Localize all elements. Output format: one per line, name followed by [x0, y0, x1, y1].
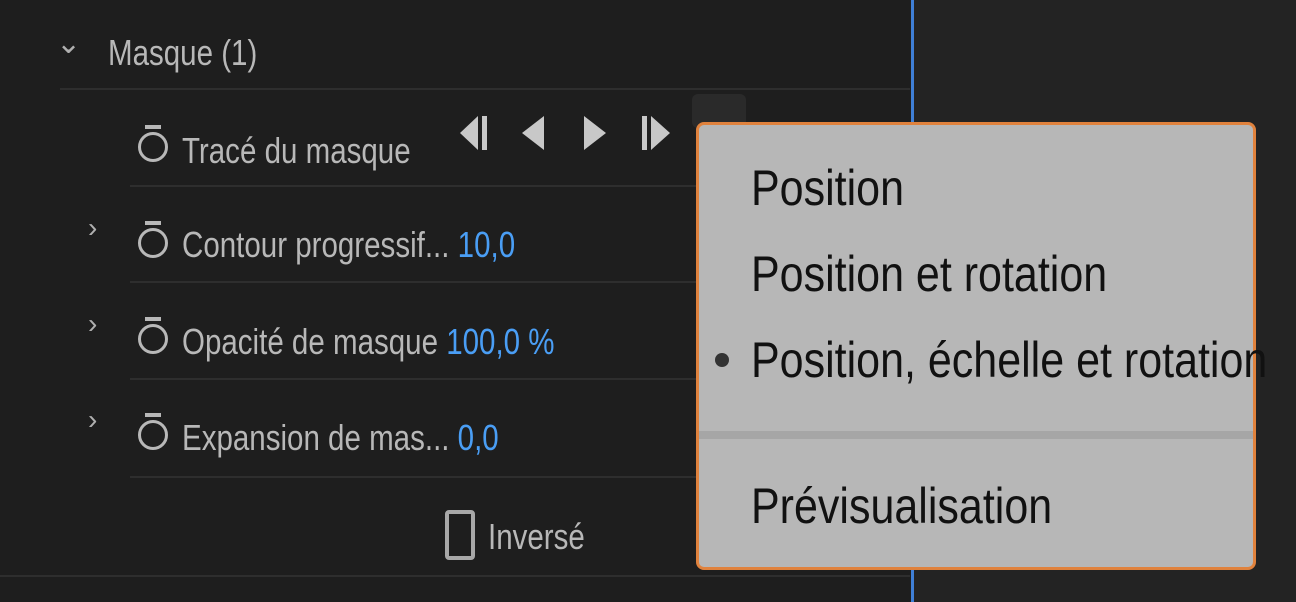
property-label: Expansion de mas...	[182, 417, 450, 458]
mask-path-label: Tracé du masque	[182, 130, 411, 171]
menu-item-preview[interactable]: Prévisualisation	[751, 477, 1052, 535]
property-row-feather: Contour progressif... 10,0	[182, 224, 515, 266]
property-value[interactable]: 10,0	[458, 224, 515, 265]
play-forward-icon[interactable]	[580, 112, 610, 154]
step-forward-keyframe-icon[interactable]	[638, 112, 674, 154]
stopwatch-icon[interactable]	[138, 317, 168, 354]
property-row-expansion: Expansion de mas... 0,0	[182, 417, 499, 459]
property-label: Opacité de masque	[182, 321, 438, 362]
inverted-checkbox[interactable]	[445, 510, 475, 560]
tracking-method-menu: Position Position et rotation Position, …	[696, 122, 1267, 570]
menu-divider	[699, 431, 1253, 439]
play-reverse-icon[interactable]	[518, 112, 548, 154]
row-divider	[0, 575, 910, 577]
chevron-right-icon[interactable]: ›	[88, 404, 97, 436]
selected-bullet-icon	[715, 353, 729, 367]
inverted-label: Inversé	[488, 516, 585, 557]
property-row-opacity: Opacité de masque 100,0 %	[182, 321, 555, 363]
stopwatch-icon[interactable]	[138, 221, 168, 258]
stopwatch-icon[interactable]	[138, 413, 168, 450]
chevron-right-icon[interactable]: ›	[88, 212, 97, 244]
property-label: Contour progressif...	[182, 224, 450, 265]
stopwatch-icon[interactable]	[138, 125, 168, 162]
chevron-down-icon[interactable]: ⌄	[56, 26, 81, 61]
property-value[interactable]: 100,0 %	[446, 321, 554, 362]
mask-group-label: Masque (1)	[108, 32, 258, 73]
menu-item-position-rotation[interactable]: Position et rotation	[751, 245, 1107, 303]
menu-item-position[interactable]: Position	[751, 159, 904, 217]
property-value[interactable]: 0,0	[458, 417, 499, 458]
menu-item-position-scale-rotation[interactable]: Position, échelle et rotation	[751, 331, 1267, 389]
step-back-keyframe-icon[interactable]	[456, 112, 492, 154]
chevron-right-icon[interactable]: ›	[88, 308, 97, 340]
row-divider	[60, 88, 910, 90]
